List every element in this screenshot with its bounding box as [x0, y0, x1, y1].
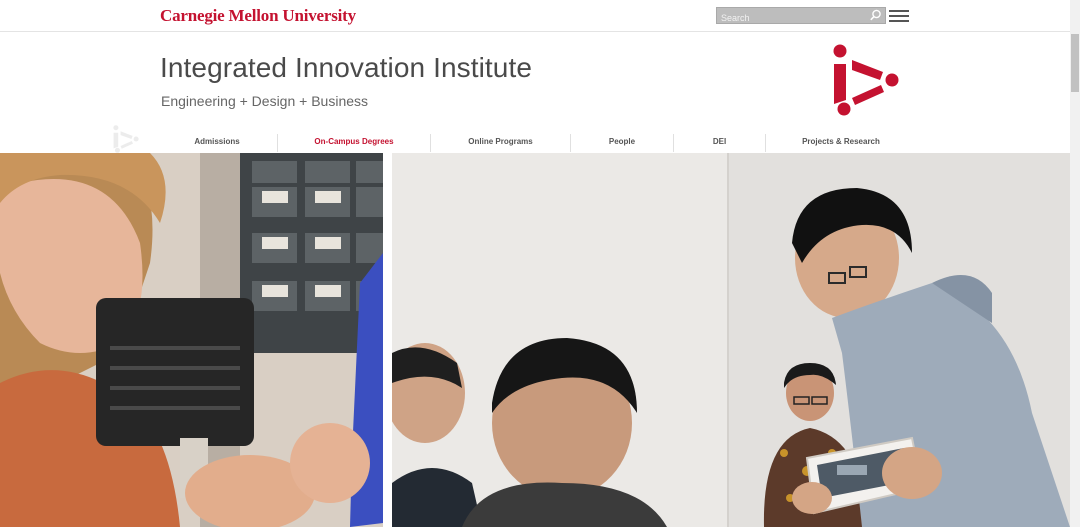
cmu-wordmark-link[interactable]: Carnegie Mellon University [160, 6, 356, 26]
nav-item-dei[interactable]: DEI [674, 133, 765, 153]
nav-item-admissions[interactable]: Admissions [157, 133, 277, 153]
search-input[interactable] [717, 10, 869, 26]
search-box [716, 7, 886, 26]
site-subtitle: Engineering + Design + Business [161, 93, 369, 109]
nav-item-people[interactable]: People [571, 133, 673, 153]
hamburger-menu-icon[interactable] [889, 10, 909, 22]
search-icon[interactable] [869, 9, 882, 22]
hero-image-left [0, 153, 383, 527]
iii-play-logo-icon[interactable] [830, 42, 902, 118]
hero-image-right [392, 153, 1070, 527]
scrollbar-thumb[interactable] [1071, 34, 1079, 92]
page-scrollbar[interactable] [1070, 0, 1080, 527]
main-nav: Admissions On-Campus Degrees Online Prog… [157, 133, 916, 153]
nav-item-projects-research[interactable]: Projects & Research [766, 133, 916, 153]
site-title[interactable]: Integrated Innovation Institute [160, 52, 532, 84]
nav-item-on-campus-degrees[interactable]: On-Campus Degrees [278, 133, 430, 153]
top-bar: Carnegie Mellon University [0, 0, 1080, 32]
faded-logo-icon [113, 125, 139, 153]
nav-item-online-programs[interactable]: Online Programs [431, 133, 570, 153]
